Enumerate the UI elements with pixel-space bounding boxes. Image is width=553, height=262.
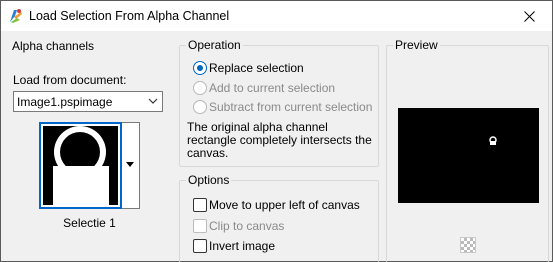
channel-thumbnail[interactable]	[39, 122, 122, 209]
subtract-selection-radio[interactable]	[193, 100, 207, 114]
close-icon	[523, 10, 535, 22]
move-upper-left-label[interactable]: Move to upper left of canvas	[209, 198, 360, 212]
replace-selection-radio[interactable]	[193, 61, 207, 75]
psp-app-icon	[8, 8, 24, 24]
preview-group-label: Preview	[393, 38, 440, 52]
triangle-down-icon	[126, 162, 134, 167]
move-upper-left-checkbox[interactable]	[193, 198, 207, 212]
title-bar[interactable]: Load Selection From Alpha Channel	[1, 1, 552, 31]
preview-image	[398, 108, 539, 203]
operation-note: The original alpha channel rectangle com…	[187, 120, 372, 160]
operation-group-label: Operation	[186, 38, 243, 52]
invert-image-label[interactable]: Invert image	[209, 239, 275, 253]
checkerboard-icon[interactable]	[460, 237, 476, 253]
invert-image-checkbox[interactable]	[193, 239, 207, 253]
add-to-selection-radio[interactable]	[193, 81, 207, 95]
document-select[interactable]: Image1.pspimage	[13, 91, 163, 112]
subtract-selection-label[interactable]: Subtract from current selection	[209, 100, 372, 114]
chevron-down-icon	[147, 95, 159, 110]
load-from-document-label: Load from document:	[13, 73, 127, 87]
close-button[interactable]	[506, 1, 552, 31]
clip-to-canvas-checkbox[interactable]	[193, 219, 207, 233]
channel-thumbnail-image	[43, 126, 118, 205]
channel-name: Selectie 1	[63, 216, 116, 230]
options-group-label: Options	[186, 173, 232, 187]
channel-list-dropdown[interactable]	[122, 122, 140, 209]
clip-to-canvas-label[interactable]: Clip to canvas	[209, 219, 284, 233]
add-to-selection-label[interactable]: Add to current selection	[209, 81, 335, 95]
alpha-channels-group-label: Alpha channels	[12, 39, 95, 53]
replace-selection-label[interactable]: Replace selection	[209, 61, 304, 75]
dialog-window: Load Selection From Alpha Channel Alpha …	[0, 0, 553, 262]
document-select-value: Image1.pspimage	[17, 95, 113, 109]
window-title: Load Selection From Alpha Channel	[29, 9, 230, 23]
